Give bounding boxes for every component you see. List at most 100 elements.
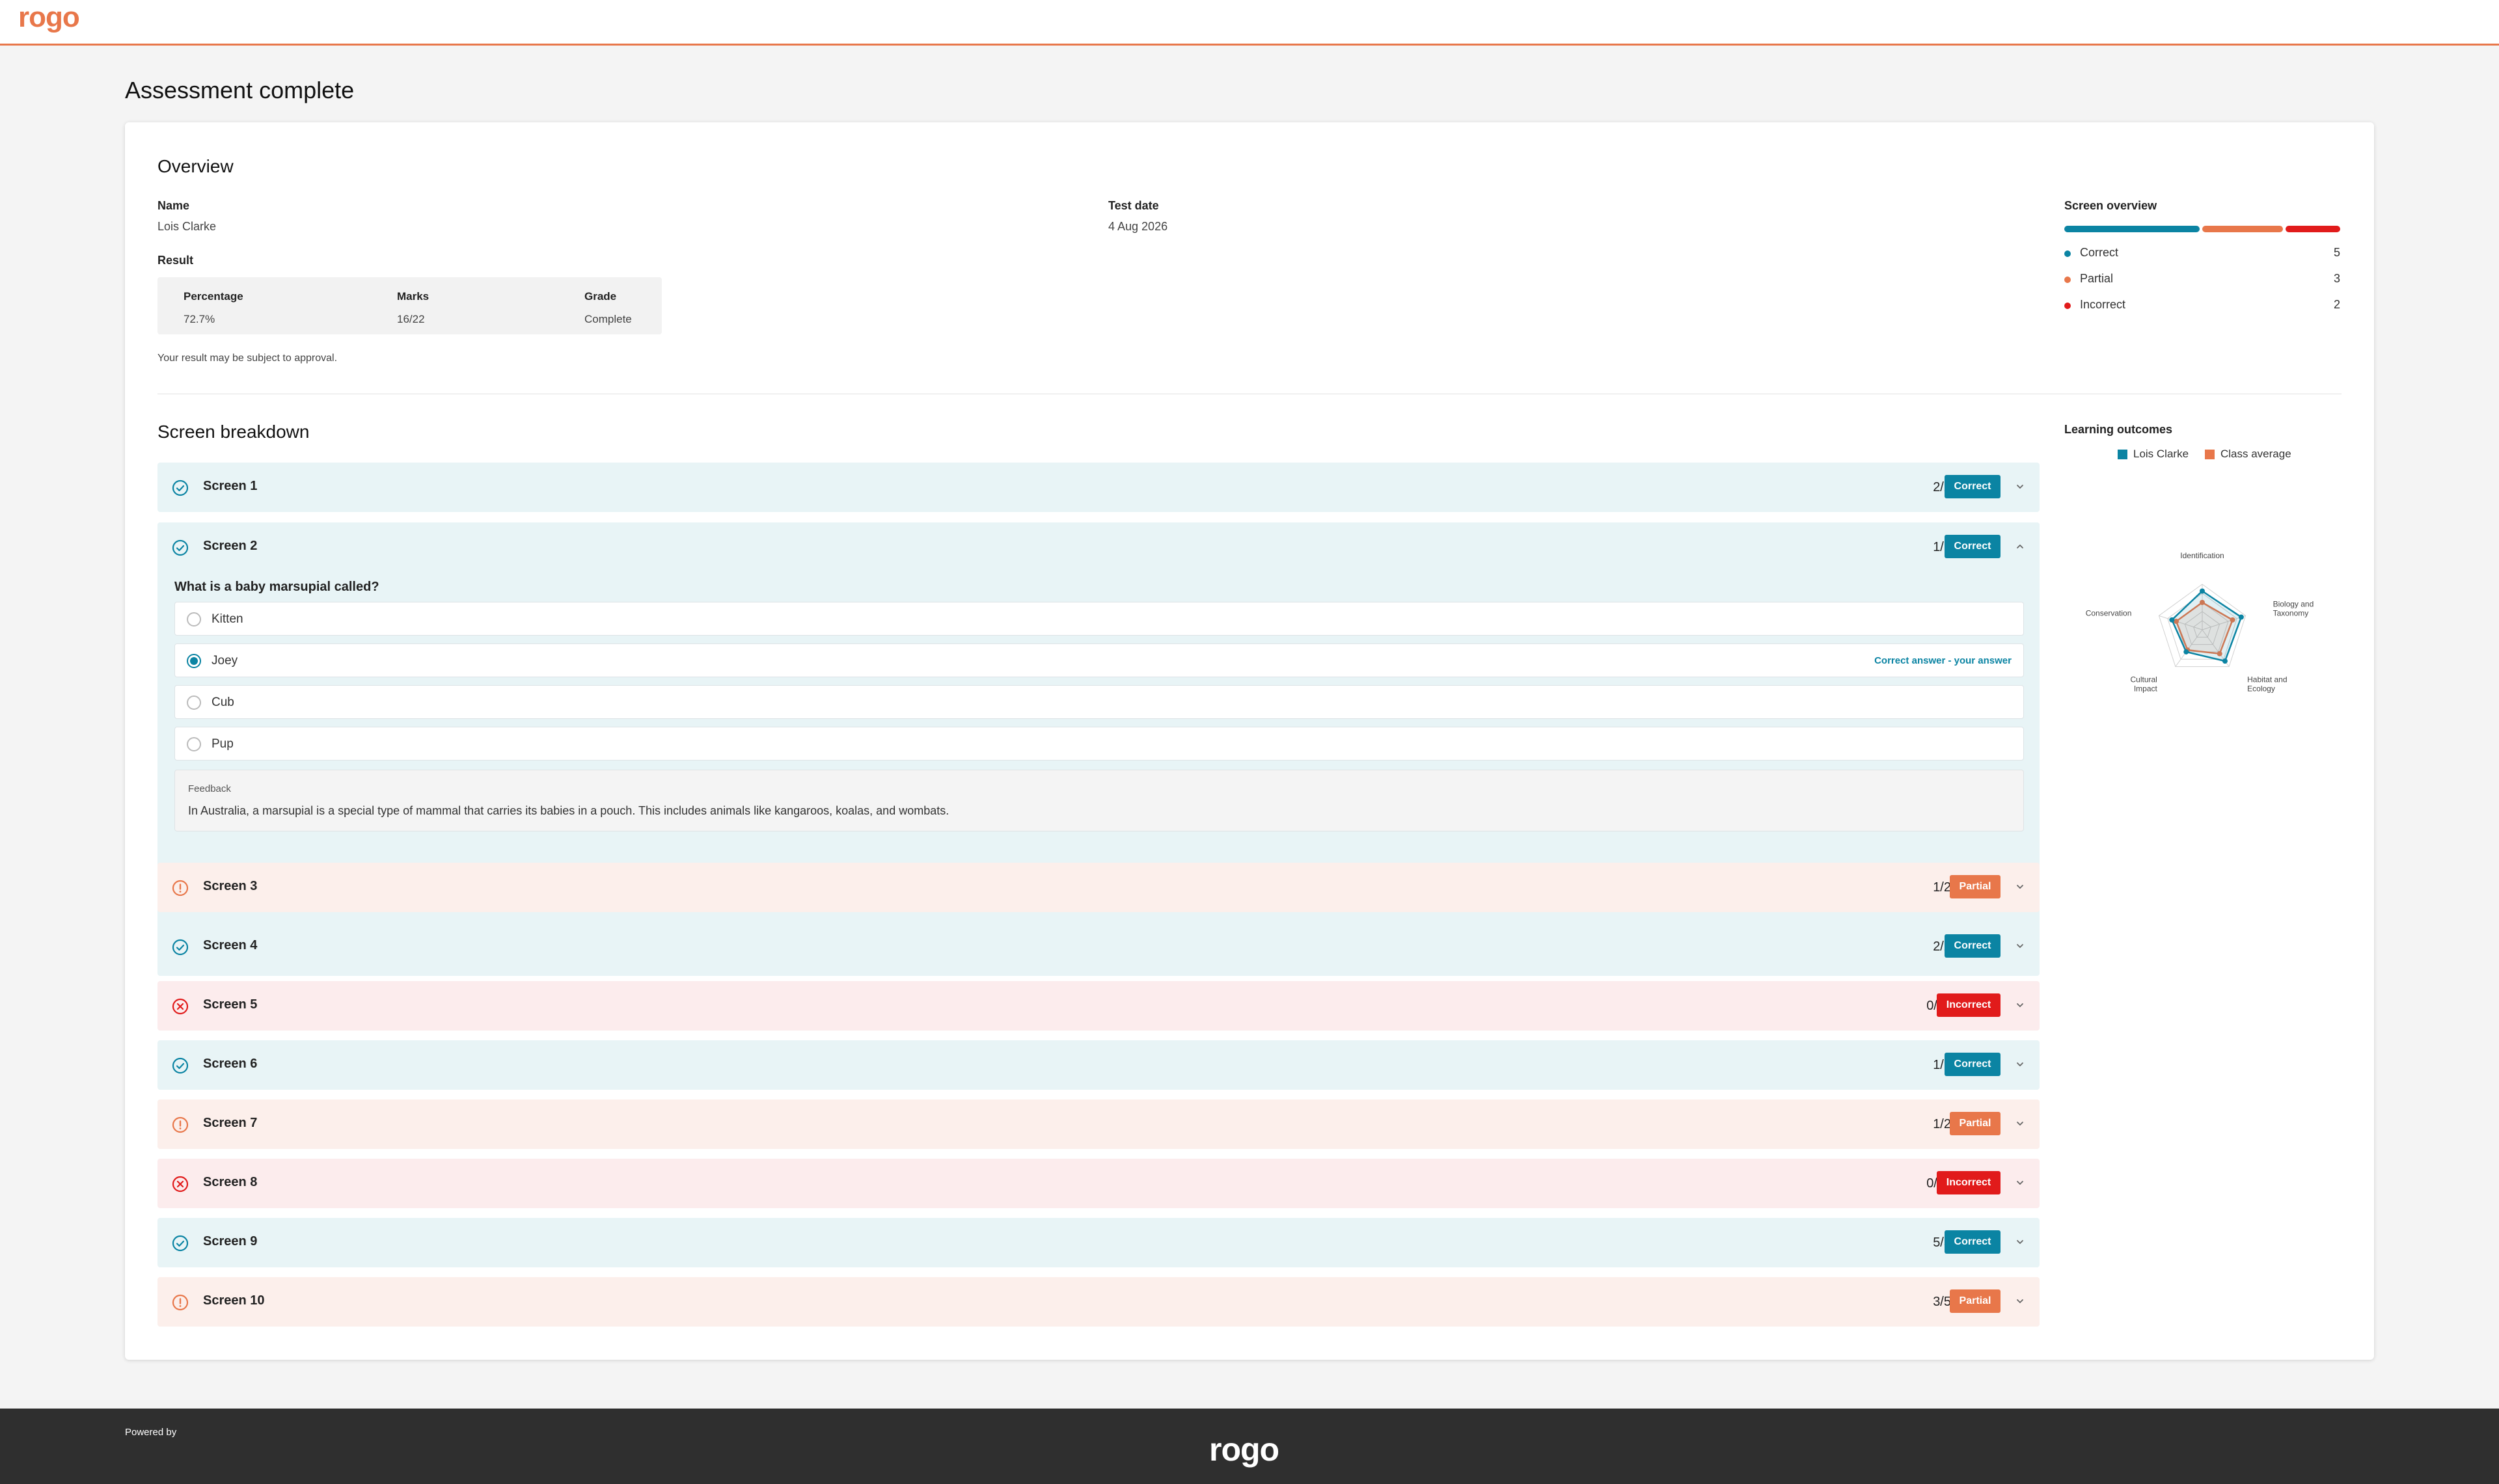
radar-data-point — [2200, 588, 2205, 594]
option-label: Joey — [212, 654, 238, 668]
option-label: Kitten — [212, 612, 243, 626]
footer: Powered by rogo — [0, 1409, 2499, 1484]
radar-axis-label-line: Taxonomy — [2273, 608, 2309, 617]
overview-correct-row: Correct 5 — [2064, 246, 2340, 262]
screen-breakdown-heading: Screen breakdown — [157, 422, 310, 442]
radar-axis-label: Cultural Impact — [2130, 675, 2157, 694]
screen-row-9[interactable]: Screen 9 5/5 Correct — [157, 1218, 2040, 1267]
screen-row-3[interactable]: Screen 3 1/2 Partial — [157, 863, 2040, 912]
chevron-down-icon[interactable] — [2014, 1177, 2026, 1189]
overview-heading: Overview — [157, 156, 234, 176]
percentage-value: 72.7% — [184, 313, 215, 325]
radar-series-area — [2170, 589, 2243, 662]
radar-data-point — [2238, 614, 2244, 620]
overview-bar-incorrect — [2286, 226, 2340, 232]
learning-outcomes-title: Learning outcomes — [2064, 423, 2173, 436]
x-circle-icon — [172, 1176, 189, 1193]
check-circle-icon — [172, 479, 189, 496]
overview-bar-correct — [2064, 226, 2200, 232]
correct-dot-icon — [2064, 250, 2071, 257]
status-badge: Correct — [1945, 475, 2001, 498]
chevron-down-icon[interactable] — [2014, 881, 2026, 893]
screen-score: 1/2 — [1933, 880, 1951, 895]
rogo-logo[interactable]: rogo — [18, 1, 80, 34]
marks-value: 16/22 — [397, 313, 425, 325]
screen-title: Screen 1 — [203, 479, 258, 493]
legend-swatch-icon — [2118, 450, 2127, 459]
alert-circle-icon — [172, 1294, 189, 1311]
top-bar: rogo — [0, 0, 2499, 46]
status-badge: Partial — [1950, 1289, 2001, 1313]
approval-note: Your result may be subject to approval. — [157, 353, 338, 364]
radio-icon[interactable] — [187, 737, 201, 751]
screen-row-2-header[interactable]: Screen 2 1/1 Correct — [157, 522, 2040, 572]
radio-icon[interactable] — [187, 695, 201, 710]
option-pup[interactable]: Pup — [174, 727, 2024, 761]
screen-row-8[interactable]: Screen 8 0/1 Incorrect — [157, 1159, 2040, 1208]
chevron-down-icon[interactable] — [2014, 999, 2026, 1011]
option-cub[interactable]: Cub — [174, 685, 2024, 719]
screen-score: 1/2 — [1933, 1117, 1951, 1131]
chevron-down-icon[interactable] — [2014, 1059, 2026, 1070]
check-circle-icon — [172, 539, 189, 556]
x-circle-icon — [172, 998, 189, 1015]
chevron-down-icon[interactable] — [2014, 1118, 2026, 1129]
chevron-down-icon[interactable] — [2014, 1236, 2026, 1248]
footer-rogo-logo[interactable]: rogo — [1209, 1431, 1279, 1468]
test-date-label: Test date — [1108, 199, 1159, 212]
check-circle-icon — [172, 1057, 189, 1074]
status-badge: Partial — [1950, 1112, 2001, 1135]
overview-correct-count: 5 — [2333, 246, 2340, 259]
screen-overview-title: Screen overview — [2064, 199, 2157, 212]
screen-row-4[interactable]: Screen 4 2/2 Correct — [157, 922, 2040, 971]
screen-row-5[interactable]: Screen 5 0/1 Incorrect — [157, 981, 2040, 1031]
chevron-up-icon[interactable] — [2014, 541, 2026, 552]
status-badge: Correct — [1945, 934, 2001, 958]
radar-axis-label-line: Cultural — [2130, 675, 2157, 684]
overview-bar-partial — [2202, 226, 2283, 232]
radio-icon[interactable] — [187, 612, 201, 627]
result-summary: Percentage 72.7% Marks 16/22 Grade Compl… — [157, 277, 662, 334]
legend-swatch-icon — [2205, 450, 2215, 459]
chevron-down-icon[interactable] — [2014, 940, 2026, 952]
overview-partial-count: 3 — [2333, 272, 2340, 285]
status-badge: Correct — [1945, 535, 2001, 558]
screen-title: Screen 7 — [203, 1116, 258, 1130]
legend-label: Lois Clarke — [2133, 448, 2189, 460]
alert-circle-icon — [172, 1116, 189, 1133]
legend-label: Class average — [2220, 448, 2291, 460]
radar-axis-label: Conservation — [2086, 608, 2132, 617]
option-kitten[interactable]: Kitten — [174, 602, 2024, 636]
chevron-down-icon[interactable] — [2014, 481, 2026, 492]
overview-correct-label: Correct — [2080, 246, 2119, 259]
option-joey[interactable]: Joey Correct answer - your answer — [174, 643, 2024, 677]
radar-axis-label: Biology and Taxonomy — [2273, 599, 2314, 617]
screen-row-7[interactable]: Screen 7 1/2 Partial — [157, 1100, 2040, 1149]
overview-partial-label: Partial — [2080, 272, 2114, 285]
screen-row-6[interactable]: Screen 6 1/1 Correct — [157, 1040, 2040, 1090]
status-badge: Partial — [1950, 875, 2001, 898]
overview-incorrect-row: Incorrect 2 — [2064, 298, 2340, 314]
radar-axis-label-line: Biology and — [2273, 599, 2314, 608]
question-text: What is a baby marsupial called? — [174, 580, 379, 594]
screen-title: Screen 3 — [203, 879, 258, 893]
screen-row-1[interactable]: Screen 1 2/2 Correct — [157, 463, 2040, 512]
screen-row-10[interactable]: Screen 10 3/5 Partial — [157, 1277, 2040, 1327]
option-label: Cub — [212, 695, 234, 709]
feedback-box: Feedback In Australia, a marsupial is a … — [174, 770, 2024, 831]
grade-value: Complete — [584, 313, 632, 325]
radar-axis-label-line: Ecology — [2247, 684, 2275, 694]
radar-axis-label: Habitat and Ecology — [2247, 675, 2287, 694]
overview-partial-row: Partial 3 — [2064, 272, 2340, 288]
check-circle-icon — [172, 939, 189, 956]
results-card: Overview Name Lois Clarke Test date 4 Au… — [125, 122, 2374, 1360]
screen-title: Screen 9 — [203, 1234, 258, 1248]
radio-selected-icon[interactable] — [187, 654, 201, 668]
radar-data-point — [2169, 617, 2175, 623]
radar-axis-label-line: Conservation — [2086, 608, 2132, 617]
chevron-down-icon[interactable] — [2014, 1295, 2026, 1307]
radar-axis-label: Identification — [2180, 551, 2224, 560]
screen-title: Screen 10 — [203, 1293, 265, 1308]
status-badge: Incorrect — [1937, 993, 2001, 1017]
feedback-text: In Australia, a marsupial is a special t… — [188, 804, 949, 817]
